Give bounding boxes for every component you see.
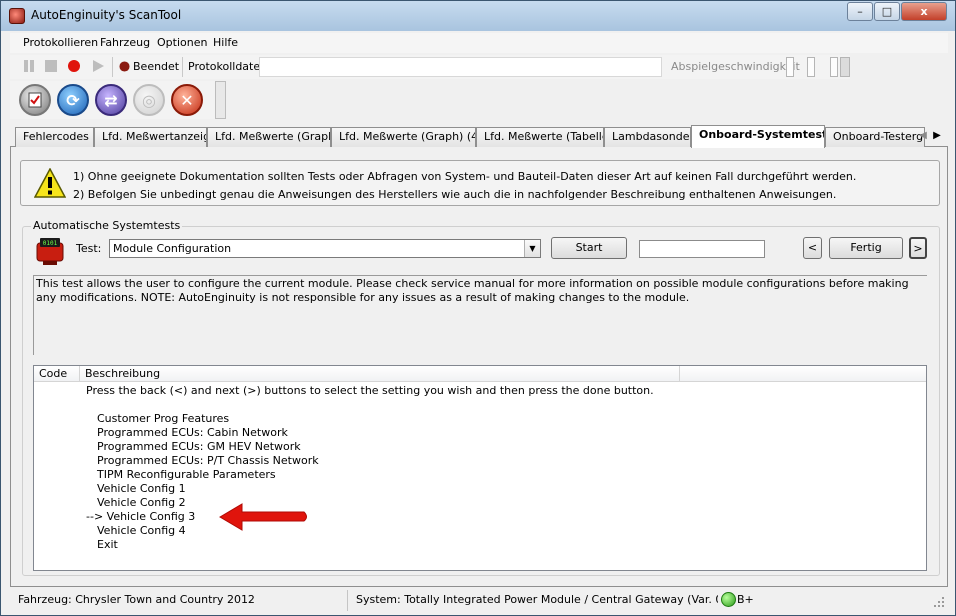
- window-title: AutoEnginuity's ScanTool: [31, 8, 182, 22]
- close-button[interactable]: x: [901, 2, 947, 21]
- menu-bar: Protokollieren Fahrzeug Optionen Hilfe: [10, 33, 948, 53]
- list-item-selected[interactable]: --> Vehicle Config 3: [86, 510, 195, 523]
- toolbar-overflow-chevron-icon[interactable]: [215, 81, 226, 119]
- list-item[interactable]: Programmed ECUs: Cabin Network: [97, 426, 288, 439]
- warning-line-1: 1) Ohne geeignete Dokumentation sollten …: [73, 170, 857, 183]
- system-test-panel: 1) Ohne geeignete Dokumentation sollten …: [10, 147, 948, 587]
- maximize-button[interactable]: □: [874, 2, 900, 21]
- refresh-icon[interactable]: ⟳: [57, 84, 89, 116]
- red-annotation-arrow-icon: [219, 503, 307, 531]
- playback-speed-slider[interactable]: [830, 57, 838, 77]
- warning-icon: [34, 168, 66, 198]
- play-icon[interactable]: [91, 59, 105, 73]
- list-item[interactable]: TIPM Reconfigurable Parameters: [97, 468, 276, 481]
- tab-live-graph[interactable]: Lfd. Meßwerte (Graph): [207, 127, 331, 147]
- list-item[interactable]: Vehicle Config 1: [97, 482, 186, 495]
- results-list[interactable]: Code Beschreibung Press the back (<) and…: [33, 365, 927, 571]
- playback-toolbar: Beendet Protokolldatei Abspielgeschwindi…: [10, 55, 850, 79]
- list-item[interactable]: Vehicle Config 2: [97, 496, 186, 509]
- stopped-label[interactable]: Beendet: [133, 60, 179, 73]
- sync-icon[interactable]: ⇄: [95, 84, 127, 116]
- logfile-label: Protokolldatei: [188, 60, 264, 73]
- svg-text:0101: 0101: [43, 240, 58, 247]
- list-item[interactable]: Exit: [97, 538, 118, 551]
- playback-speed-label: Abspielgeschwindigkeit: [671, 60, 800, 73]
- tab-onboard-test-results[interactable]: Onboard-Testerg: [825, 127, 925, 147]
- module-test-icon: 0101: [36, 238, 64, 265]
- menu-protokollieren[interactable]: Protokollieren: [23, 36, 98, 49]
- next-button[interactable]: >: [909, 237, 927, 259]
- tab-scroll-left-icon[interactable]: ◀: [916, 128, 930, 144]
- title-bar[interactable]: AutoEnginuity's ScanTool – □ x: [1, 1, 955, 31]
- test-select-value: Module Configuration: [113, 242, 232, 255]
- group-title: Automatische Systemtests: [31, 219, 183, 232]
- app-logo-icon: [9, 8, 25, 24]
- minimize-button[interactable]: –: [847, 2, 873, 21]
- column-header-code[interactable]: Code: [34, 366, 80, 382]
- stopped-status-icon: [119, 61, 130, 72]
- tab-live-graph-4x[interactable]: Lfd. Meßwerte (Graph) (4x): [331, 127, 476, 147]
- tab-strip: Fehlercodes Lfd. Meßwertanzeige Lfd. Meß…: [10, 125, 948, 148]
- logfile-path-field[interactable]: [259, 57, 662, 77]
- test-label: Test:: [76, 242, 102, 255]
- tab-scroll-right-icon[interactable]: ▶: [930, 128, 944, 144]
- list-header: Code Beschreibung: [34, 366, 926, 382]
- stop-icon[interactable]: [44, 59, 58, 73]
- toolbar-divider: [182, 57, 183, 77]
- disabled-tool-icon: ◎: [133, 84, 165, 116]
- app-window: AutoEnginuity's ScanTool – □ x Protokoll…: [0, 0, 956, 616]
- tab-onboard-system-test[interactable]: Onboard-Systemtest: [691, 125, 825, 148]
- menu-optionen[interactable]: Optionen: [157, 36, 207, 49]
- list-item[interactable]: Customer Prog Features: [97, 412, 229, 425]
- record-icon[interactable]: [67, 59, 81, 73]
- pause-icon[interactable]: [22, 59, 36, 73]
- tab-live-values[interactable]: Lfd. Meßwertanzeige: [94, 127, 207, 147]
- disconnect-icon[interactable]: ✕: [171, 84, 203, 116]
- battery-indicator: B+: [737, 593, 754, 606]
- tab-fehlercodes[interactable]: Fehlercodes: [15, 127, 94, 147]
- start-button[interactable]: Start: [551, 237, 627, 259]
- test-status-field[interactable]: [639, 240, 765, 258]
- connection-led-icon: [721, 592, 736, 607]
- tab-live-table[interactable]: Lfd. Meßwerte (Tabelle): [476, 127, 604, 147]
- list-item[interactable]: Programmed ECUs: P/T Chassis Network: [97, 454, 319, 467]
- playback-speed-slider[interactable]: [786, 57, 794, 77]
- action-toolbar: ⟳ ⇄ ◎ ✕: [10, 81, 226, 119]
- vehicle-status: Fahrzeug: Chrysler Town and Country 2012: [18, 593, 255, 606]
- done-button[interactable]: Fertig: [829, 237, 903, 259]
- test-select[interactable]: Module Configuration ▼: [109, 239, 541, 258]
- warning-line-2: 2) Befolgen Sie unbedingt genau die Anwe…: [73, 188, 837, 201]
- list-item[interactable]: Vehicle Config 4: [97, 524, 186, 537]
- tab-lambda-sensors[interactable]: Lambdasonden: [604, 127, 691, 147]
- toolbar-divider: [112, 57, 113, 77]
- system-status: System: Totally Integrated Power Module …: [347, 590, 718, 611]
- automatic-system-tests-group: Automatische Systemtests 0101 Test: Modu…: [22, 219, 940, 576]
- playback-speed-slider[interactable]: [807, 57, 815, 77]
- list-item[interactable]: Press the back (<) and next (>) buttons …: [86, 384, 654, 397]
- warning-notice: 1) Ohne geeignete Dokumentation sollten …: [20, 160, 940, 206]
- menu-fahrzeug[interactable]: Fahrzeug: [100, 36, 150, 49]
- toolbar-overflow-chevron-icon[interactable]: [840, 57, 850, 77]
- resize-grip-icon[interactable]: [933, 596, 945, 608]
- clipboard-check-icon[interactable]: [19, 84, 51, 116]
- list-item[interactable]: Programmed ECUs: GM HEV Network: [97, 440, 301, 453]
- column-header-description[interactable]: Beschreibung: [80, 366, 680, 382]
- menu-hilfe[interactable]: Hilfe: [213, 36, 238, 49]
- status-bar: Fahrzeug: Chrysler Town and Country 2012…: [10, 590, 948, 611]
- test-description: This test allows the user to configure t…: [33, 275, 927, 355]
- chevron-down-icon[interactable]: ▼: [524, 240, 540, 257]
- back-button[interactable]: <: [803, 237, 822, 259]
